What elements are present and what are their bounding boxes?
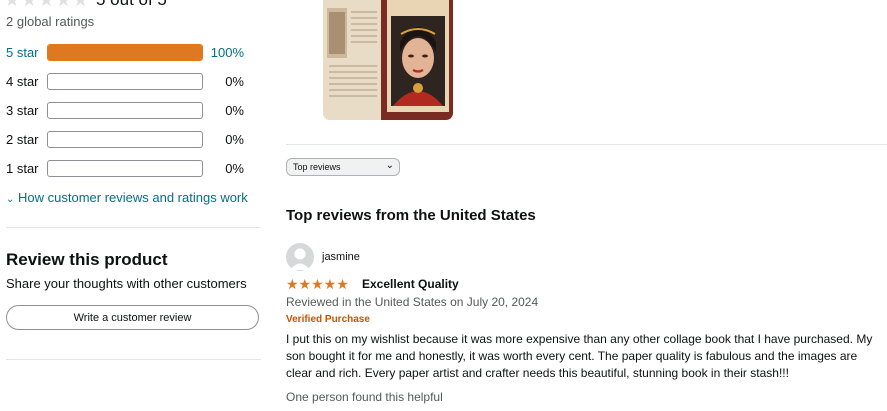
top-reviews-heading: Top reviews from the United States: [286, 207, 536, 224]
write-review-button[interactable]: Write a customer review: [6, 305, 259, 330]
histogram-percent: 0%: [225, 74, 244, 89]
overall-rating-text: 5 out of 5: [96, 0, 167, 10]
how-reviews-work-link[interactable]: ⌄ How customer reviews and ratings work: [6, 190, 248, 205]
histogram-row-3: 3 star 0%: [6, 102, 251, 120]
histogram-row-5[interactable]: 5 star 100%: [6, 44, 251, 62]
histogram-bar: [47, 73, 203, 90]
histogram-label: 1 star: [6, 161, 39, 176]
histogram-fill: [48, 45, 202, 60]
global-ratings-count: 2 global ratings: [6, 14, 95, 29]
sort-reviews-select[interactable]: Top reviews ⌄: [286, 158, 400, 176]
review-product-subtext: Share your thoughts with other customers: [6, 276, 247, 291]
helpful-count: One person found this helpful: [286, 390, 443, 404]
histogram-row-1: 1 star 0%: [6, 160, 251, 178]
left-divider: [6, 227, 261, 228]
section-divider: [286, 144, 887, 145]
histogram-bar: [47, 160, 203, 177]
review-product-heading: Review this product: [6, 250, 168, 269]
sort-selected-label: Top reviews: [293, 162, 341, 172]
review-title[interactable]: Excellent Quality: [362, 277, 459, 291]
chevron-down-icon: ⌄: [6, 194, 15, 205]
reviewer-name[interactable]: jasmine: [322, 251, 360, 263]
review-meta: Reviewed in the United States on July 20…: [286, 295, 539, 309]
histogram-label: 5 star: [6, 45, 39, 60]
histogram-percent: 0%: [225, 132, 244, 147]
histogram-row-2: 2 star 0%: [6, 131, 251, 149]
verified-purchase-badge[interactable]: Verified Purchase: [286, 314, 370, 325]
histogram-bar: [47, 102, 203, 119]
histogram-label: 2 star: [6, 132, 39, 147]
histogram-percent: 0%: [225, 161, 244, 176]
histogram-bar: [47, 131, 203, 148]
histogram-label: 4 star: [6, 74, 39, 89]
product-image[interactable]: [323, 0, 453, 120]
chevron-down-icon: ⌄: [385, 160, 394, 171]
review-body: I put this on my wishlist because it was…: [286, 332, 873, 380]
avatar[interactable]: [286, 243, 314, 271]
how-reviews-work-label: How customer reviews and ratings work: [18, 190, 248, 205]
review-stars-icon[interactable]: ★★★★★: [286, 276, 349, 293]
histogram-percent: 100%: [210, 45, 244, 60]
histogram-row-4: 4 star 0%: [6, 73, 251, 91]
histogram-percent: 0%: [225, 103, 244, 118]
left-divider: [6, 359, 261, 360]
overall-stars-icon: ★★★★★: [4, 0, 90, 10]
histogram-label: 3 star: [6, 103, 39, 118]
histogram-bar: [47, 44, 203, 61]
